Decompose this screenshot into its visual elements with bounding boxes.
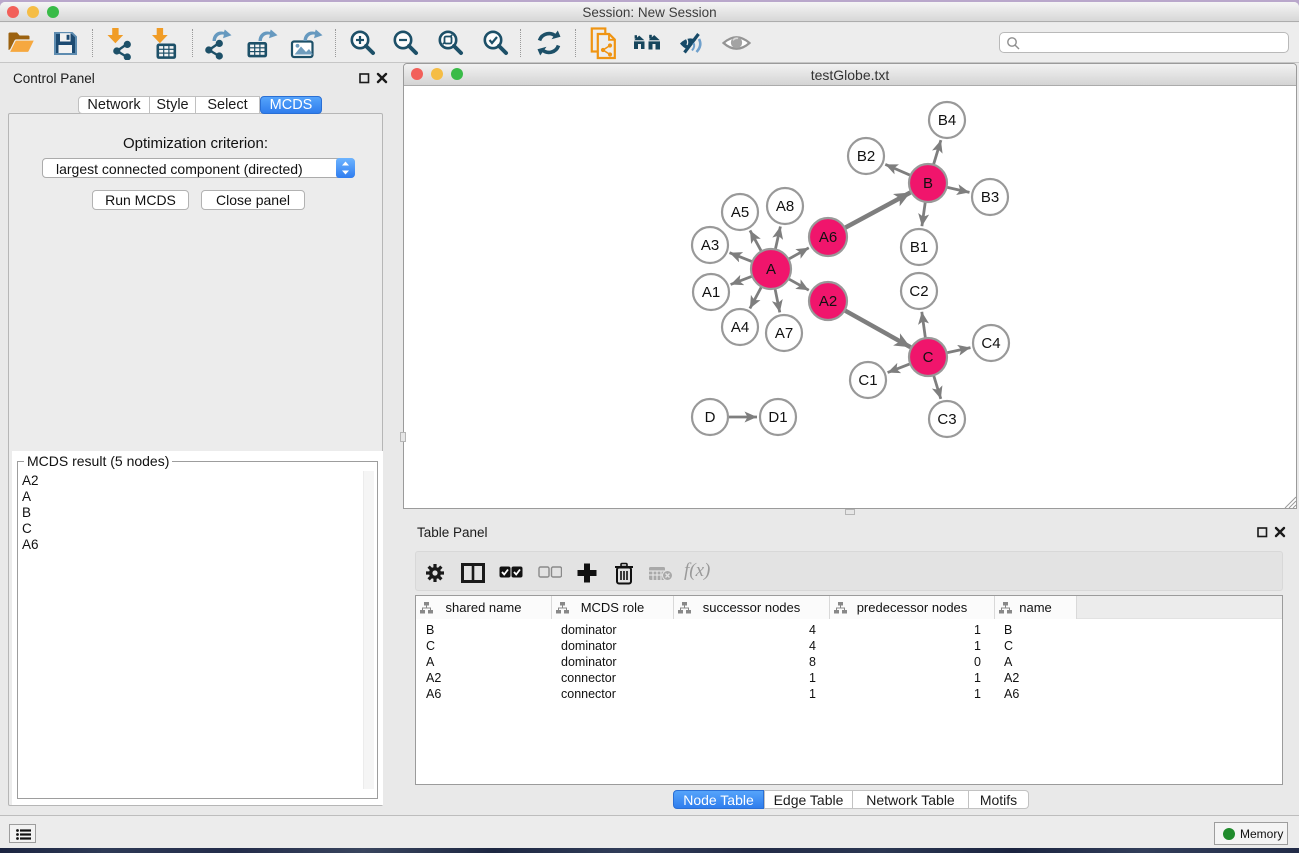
svg-text:A2: A2 bbox=[819, 293, 837, 310]
svg-text:A3: A3 bbox=[701, 237, 719, 254]
svg-text:A7: A7 bbox=[775, 325, 793, 342]
svg-text:B: B bbox=[923, 175, 933, 192]
svg-text:A: A bbox=[766, 261, 776, 278]
svg-text:A4: A4 bbox=[731, 319, 749, 336]
svg-text:A8: A8 bbox=[776, 198, 794, 215]
svg-text:C1: C1 bbox=[858, 372, 877, 389]
svg-text:D: D bbox=[705, 409, 716, 426]
svg-text:C3: C3 bbox=[937, 411, 956, 428]
svg-text:B4: B4 bbox=[938, 112, 956, 129]
svg-text:A1: A1 bbox=[702, 284, 720, 301]
svg-text:C4: C4 bbox=[981, 335, 1000, 352]
svg-text:B2: B2 bbox=[857, 148, 875, 165]
svg-text:B3: B3 bbox=[981, 189, 999, 206]
svg-text:D1: D1 bbox=[768, 409, 787, 426]
svg-text:C2: C2 bbox=[909, 283, 928, 300]
svg-text:C: C bbox=[923, 349, 934, 366]
svg-text:A5: A5 bbox=[731, 204, 749, 221]
svg-text:A6: A6 bbox=[819, 229, 837, 246]
svg-text:B1: B1 bbox=[910, 239, 928, 256]
